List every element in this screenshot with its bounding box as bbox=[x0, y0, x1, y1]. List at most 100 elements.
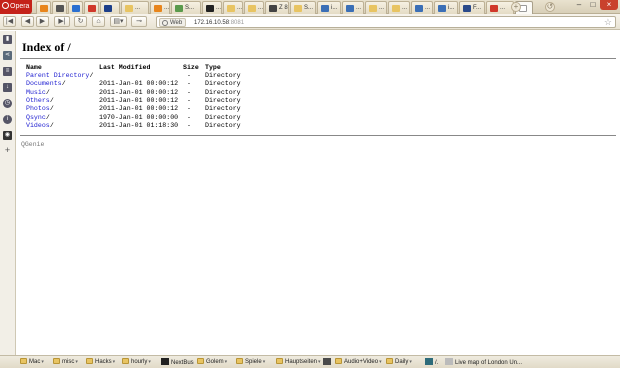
forward-button[interactable]: ▶ bbox=[36, 16, 49, 27]
bookmark-item[interactable]: misc▾ bbox=[53, 358, 78, 367]
tab-label: ... bbox=[425, 5, 431, 11]
tab-history-button[interactable]: ↺ bbox=[545, 2, 555, 12]
entry-name-link[interactable]: Others bbox=[26, 97, 50, 105]
browser-tab[interactable] bbox=[68, 1, 83, 14]
browser-tab[interactable]: ... bbox=[486, 1, 514, 14]
entry-size: - bbox=[187, 121, 191, 129]
browser-tab[interactable]: S... bbox=[290, 1, 316, 14]
entry-size: - bbox=[187, 88, 191, 96]
browser-tab[interactable]: ... bbox=[121, 1, 149, 14]
bookmark-item[interactable]: Audio+Video▾ bbox=[335, 358, 382, 367]
chevron-down-icon: ▾ bbox=[379, 359, 382, 365]
minimize-button[interactable]: – bbox=[572, 0, 586, 10]
column-header-modified: Last Modified bbox=[99, 64, 151, 71]
browser-tab[interactable]: Z 8... bbox=[265, 1, 289, 14]
tab-favicon-icon bbox=[321, 5, 329, 12]
tab-favicon-icon bbox=[125, 5, 133, 12]
bookmark-label: /. bbox=[435, 360, 439, 366]
downloads-panel-icon[interactable]: ↓ bbox=[3, 83, 12, 92]
home-button[interactable]: ⌂ bbox=[92, 16, 105, 27]
bookmark-star-icon[interactable]: ☆ bbox=[604, 17, 612, 27]
browser-tab[interactable]: ... bbox=[223, 1, 243, 14]
table-row: Music/ 2011-Jan-01 00:00:12- Directory bbox=[17, 89, 317, 97]
address-bar[interactable]: Web 172.16.10.58:8081 ☆ bbox=[156, 16, 616, 28]
tab-favicon-icon bbox=[154, 5, 162, 12]
bookmark-item[interactable]: Mac▾ bbox=[20, 358, 44, 367]
browser-tab[interactable] bbox=[100, 1, 120, 14]
notes-panel-icon[interactable]: ≡ bbox=[3, 67, 12, 76]
rewind-button[interactable]: |◀ bbox=[3, 16, 16, 27]
maximize-button[interactable]: □ bbox=[586, 0, 600, 10]
browser-tab[interactable] bbox=[36, 1, 51, 14]
entry-modified: 1970-Jan-01 00:00:00 bbox=[99, 113, 179, 121]
chevron-down-icon: ▾ bbox=[41, 359, 44, 365]
entry-name-link[interactable]: Qsync bbox=[26, 114, 46, 122]
bookmark-item[interactable]: Spiele▾ bbox=[236, 358, 265, 367]
bookmark-label: Live map of London Un... bbox=[455, 360, 523, 366]
bookmark-item[interactable]: /. bbox=[425, 358, 438, 367]
bookmark-item[interactable]: NextBus bbox=[161, 358, 194, 367]
reload-button[interactable]: ↻ bbox=[74, 16, 87, 27]
browser-tab[interactable]: ... bbox=[342, 1, 364, 14]
close-window-button[interactable]: × bbox=[600, 0, 618, 10]
password-manager-button[interactable]: ⊸ bbox=[131, 16, 147, 27]
opera-menu-button[interactable]: Opera bbox=[0, 0, 32, 14]
bookmark-item[interactable]: hourly▾ bbox=[122, 358, 151, 367]
tab-label: ... bbox=[356, 5, 362, 11]
new-tab-button[interactable]: + bbox=[511, 2, 521, 12]
bookmark-item[interactable]: Golem▾ bbox=[197, 358, 227, 367]
browser-tab[interactable]: i... bbox=[317, 1, 341, 14]
entry-name-suffix: / bbox=[89, 72, 94, 79]
browser-tab[interactable]: ... bbox=[411, 1, 433, 14]
tab-favicon-icon bbox=[346, 5, 354, 12]
browser-tab[interactable]: ... bbox=[388, 1, 410, 14]
browser-tab[interactable] bbox=[52, 1, 67, 14]
browser-tab[interactable]: S... bbox=[171, 1, 201, 14]
tab-favicon-icon bbox=[72, 5, 80, 12]
browser-tab[interactable]: ... bbox=[150, 1, 170, 14]
bookmark-item[interactable] bbox=[323, 358, 333, 367]
entry-name-link[interactable]: Photos bbox=[26, 105, 50, 113]
entry-name-link[interactable]: Parent Directory bbox=[26, 72, 89, 80]
table-row: Others/ 2011-Jan-01 00:00:12- Directory bbox=[17, 97, 317, 105]
browser-tab[interactable]: ... bbox=[244, 1, 264, 14]
entry-name-link[interactable]: Videos bbox=[26, 122, 50, 130]
info-panel-icon[interactable]: i bbox=[3, 115, 12, 124]
folder-icon bbox=[122, 358, 129, 364]
browser-tab[interactable]: i... bbox=[434, 1, 458, 14]
add-panel-icon[interactable]: + bbox=[3, 146, 12, 155]
page-menu-button[interactable]: ▤▾ bbox=[110, 16, 127, 27]
site-mode-badge[interactable]: Web bbox=[159, 18, 187, 27]
tab-label: F... bbox=[473, 5, 482, 11]
browser-tab[interactable] bbox=[84, 1, 99, 14]
bookmark-item[interactable]: Hacks▾ bbox=[86, 358, 115, 367]
bookmark-label: NextBus bbox=[171, 360, 194, 366]
entry-name-suffix: / bbox=[45, 88, 50, 96]
history-panel-icon[interactable]: ◷ bbox=[3, 99, 12, 108]
bookmark-item[interactable]: Hauptseiten▾ bbox=[276, 358, 321, 367]
entry-name-suffix: / bbox=[49, 96, 54, 104]
table-row: Photos/ 2011-Jan-01 00:00:12- Directory bbox=[17, 105, 317, 113]
nextbus-icon bbox=[161, 358, 169, 365]
bookmark-item[interactable]: Daily▾ bbox=[386, 358, 412, 367]
folder-icon bbox=[276, 358, 283, 364]
back-button[interactable]: ◀ bbox=[21, 16, 34, 27]
bookmarks-panel-icon[interactable]: ▮ bbox=[3, 35, 12, 44]
bookmark-item[interactable]: Live map of London Un... bbox=[445, 358, 522, 367]
bookmark-label: Mac bbox=[29, 359, 41, 365]
chevron-down-icon: ▾ bbox=[75, 359, 78, 365]
browser-tab[interactable]: F... bbox=[459, 1, 485, 14]
browser-tab[interactable]: ... bbox=[365, 1, 387, 14]
entry-name-link[interactable]: Music bbox=[26, 89, 46, 97]
entry-type: Directory bbox=[205, 121, 241, 129]
browser-tab[interactable]: ... bbox=[202, 1, 222, 14]
tab-label: ... bbox=[237, 5, 243, 11]
widgets-panel-icon[interactable]: ◉ bbox=[3, 131, 12, 140]
fast-forward-button[interactable]: ▶| bbox=[54, 16, 70, 27]
share-panel-icon[interactable]: ⋖ bbox=[3, 51, 12, 60]
url-text[interactable]: 172.16.10.58:8081 bbox=[194, 18, 244, 28]
tab-favicon-icon bbox=[104, 5, 112, 12]
table-row: Documents/ 2011-Jan-01 00:00:12- Directory bbox=[17, 80, 317, 88]
entry-name-link[interactable]: Documents bbox=[26, 80, 62, 88]
page-title: Index of / bbox=[22, 40, 71, 54]
